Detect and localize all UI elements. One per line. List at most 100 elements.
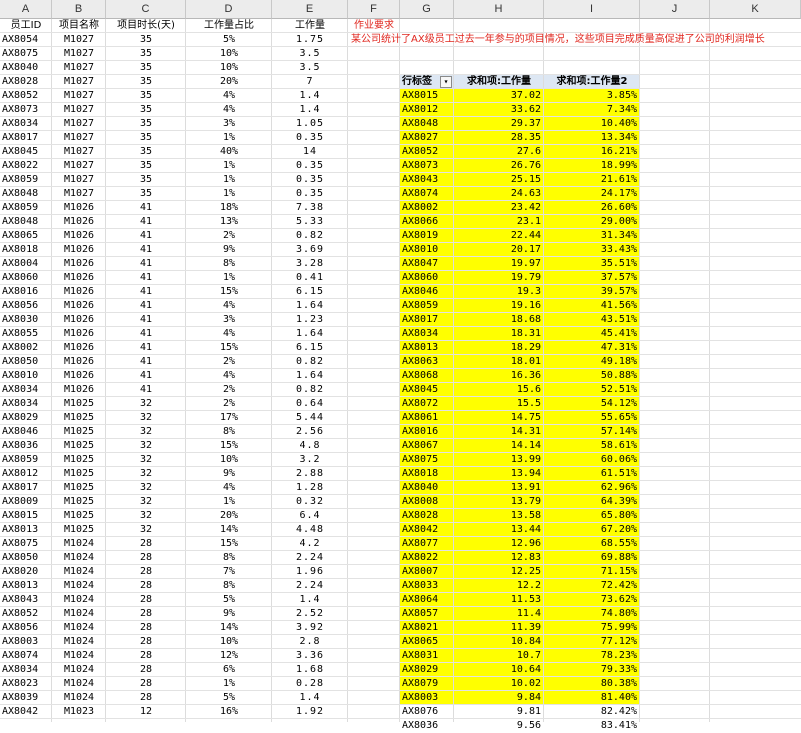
pivot-sum-workload[interactable]: 19.16: [454, 299, 544, 313]
duration-cell[interactable]: 28: [106, 677, 186, 691]
duration-cell[interactable]: 35: [106, 131, 186, 145]
duration-cell[interactable]: 41: [106, 299, 186, 313]
workload-cell[interactable]: 2.24: [272, 551, 348, 565]
pivot-sum-workload[interactable]: 13.58: [454, 509, 544, 523]
pivot-sum-workload[interactable]: 29.37: [454, 117, 544, 131]
employee-id-cell[interactable]: AX8023: [0, 677, 52, 691]
project-name-cell[interactable]: M1026: [52, 257, 106, 271]
employee-id-cell[interactable]: AX8010: [0, 369, 52, 383]
project-name-cell[interactable]: M1025: [52, 425, 106, 439]
duration-cell[interactable]: 41: [106, 271, 186, 285]
workload-cell[interactable]: 0.35: [272, 131, 348, 145]
pivot-sum-workload[interactable]: 11.39: [454, 621, 544, 635]
project-name-cell[interactable]: M1023: [52, 705, 106, 719]
pivot-cumulative-share[interactable]: 74.80%: [544, 607, 640, 621]
employee-id-cell[interactable]: AX8052: [0, 607, 52, 621]
pivot-cumulative-share[interactable]: 37.57%: [544, 271, 640, 285]
share-cell[interactable]: 5%: [186, 33, 272, 47]
employee-id-cell[interactable]: AX8043: [0, 593, 52, 607]
duration-cell[interactable]: 41: [106, 215, 186, 229]
workload-cell[interactable]: 4.8: [272, 439, 348, 453]
share-cell[interactable]: 14%: [186, 523, 272, 537]
pivot-cumulative-share[interactable]: 62.96%: [544, 481, 640, 495]
duration-cell[interactable]: 28: [106, 691, 186, 705]
pivot-sum-workload[interactable]: 23.42: [454, 201, 544, 215]
pivot-sum-workload[interactable]: 10.7: [454, 649, 544, 663]
workload-cell[interactable]: 5.44: [272, 411, 348, 425]
employee-id-cell[interactable]: AX8054: [0, 33, 52, 47]
header-cell[interactable]: 项目时长(天): [106, 19, 186, 33]
pivot-sum-workload[interactable]: 11.53: [454, 593, 544, 607]
pivot-cumulative-share[interactable]: 13.34%: [544, 131, 640, 145]
pivot-sum-workload[interactable]: 18.01: [454, 355, 544, 369]
employee-id-cell[interactable]: AX8017: [0, 131, 52, 145]
employee-id-cell[interactable]: AX8017: [0, 481, 52, 495]
pivot-cumulative-share[interactable]: 29.00%: [544, 215, 640, 229]
pivot-sum-workload[interactable]: 13.91: [454, 481, 544, 495]
employee-id-cell[interactable]: AX8034: [0, 117, 52, 131]
pivot-sum-workload[interactable]: 19.97: [454, 257, 544, 271]
project-name-cell[interactable]: M1025: [52, 495, 106, 509]
employee-id-cell[interactable]: AX8034: [0, 383, 52, 397]
duration-cell[interactable]: 41: [106, 285, 186, 299]
pivot-sum-workload[interactable]: 25.15: [454, 173, 544, 187]
pivot-sum-workload[interactable]: 13.94: [454, 467, 544, 481]
workload-cell[interactable]: 1.64: [272, 369, 348, 383]
project-name-cell[interactable]: M1024: [52, 621, 106, 635]
duration-cell[interactable]: 35: [106, 103, 186, 117]
share-cell[interactable]: 4%: [186, 481, 272, 495]
employee-id-cell[interactable]: AX8056: [0, 621, 52, 635]
employee-id-cell[interactable]: AX8002: [0, 341, 52, 355]
share-cell[interactable]: 1%: [186, 271, 272, 285]
pivot-row-label[interactable]: AX8059: [400, 299, 454, 313]
pivot-sum-workload[interactable]: 12.25: [454, 565, 544, 579]
workload-cell[interactable]: 1.75: [272, 33, 348, 47]
share-cell[interactable]: 20%: [186, 75, 272, 89]
employee-id-cell[interactable]: AX8034: [0, 397, 52, 411]
pivot-row-label[interactable]: AX8047: [400, 257, 454, 271]
duration-cell[interactable]: 32: [106, 495, 186, 509]
share-cell[interactable]: 4%: [186, 89, 272, 103]
pivot-row-label[interactable]: AX8007: [400, 565, 454, 579]
project-name-cell[interactable]: M1027: [52, 75, 106, 89]
task-title[interactable]: 作业要求: [354, 19, 394, 33]
pivot-row-label[interactable]: AX8077: [400, 537, 454, 551]
workload-cell[interactable]: 1.64: [272, 327, 348, 341]
share-cell[interactable]: 2%: [186, 383, 272, 397]
pivot-cumulative-share[interactable]: 24.17%: [544, 187, 640, 201]
pivot-sum-workload[interactable]: 10.84: [454, 635, 544, 649]
workload-cell[interactable]: 1.68: [272, 663, 348, 677]
share-cell[interactable]: 2%: [186, 355, 272, 369]
project-name-cell[interactable]: M1025: [52, 439, 106, 453]
pivot-sum-workload[interactable]: 12.83: [454, 551, 544, 565]
workload-cell[interactable]: 14: [272, 145, 348, 159]
employee-id-cell[interactable]: AX8048: [0, 187, 52, 201]
pivot-row-label[interactable]: AX8043: [400, 173, 454, 187]
duration-cell[interactable]: 35: [106, 145, 186, 159]
workload-cell[interactable]: 5.33: [272, 215, 348, 229]
employee-id-cell[interactable]: AX8030: [0, 313, 52, 327]
pivot-sum-workload[interactable]: 37.02: [454, 89, 544, 103]
pivot-sum-workload[interactable]: 9.84: [454, 691, 544, 705]
project-name-cell[interactable]: M1027: [52, 159, 106, 173]
workload-cell[interactable]: 3.2: [272, 453, 348, 467]
duration-cell[interactable]: 28: [106, 579, 186, 593]
pivot-cumulative-share[interactable]: 50.88%: [544, 369, 640, 383]
pivot-cumulative-share[interactable]: 75.99%: [544, 621, 640, 635]
pivot-sum-workload[interactable]: 12.96: [454, 537, 544, 551]
share-cell[interactable]: 10%: [186, 453, 272, 467]
employee-id-cell[interactable]: AX8015: [0, 509, 52, 523]
employee-id-cell[interactable]: AX8060: [0, 271, 52, 285]
employee-id-cell[interactable]: AX8075: [0, 537, 52, 551]
share-cell[interactable]: 10%: [186, 61, 272, 75]
column-header-f[interactable]: F: [348, 0, 400, 19]
pivot-row-label[interactable]: AX8010: [400, 243, 454, 257]
employee-id-cell[interactable]: AX8039: [0, 691, 52, 705]
workload-cell[interactable]: 3.92: [272, 621, 348, 635]
pivot-row-label[interactable]: AX8074: [400, 187, 454, 201]
duration-cell[interactable]: 28: [106, 537, 186, 551]
workload-cell[interactable]: 0.64: [272, 397, 348, 411]
workload-cell[interactable]: 1.4: [272, 103, 348, 117]
workload-cell[interactable]: 7.38: [272, 201, 348, 215]
duration-cell[interactable]: 28: [106, 607, 186, 621]
